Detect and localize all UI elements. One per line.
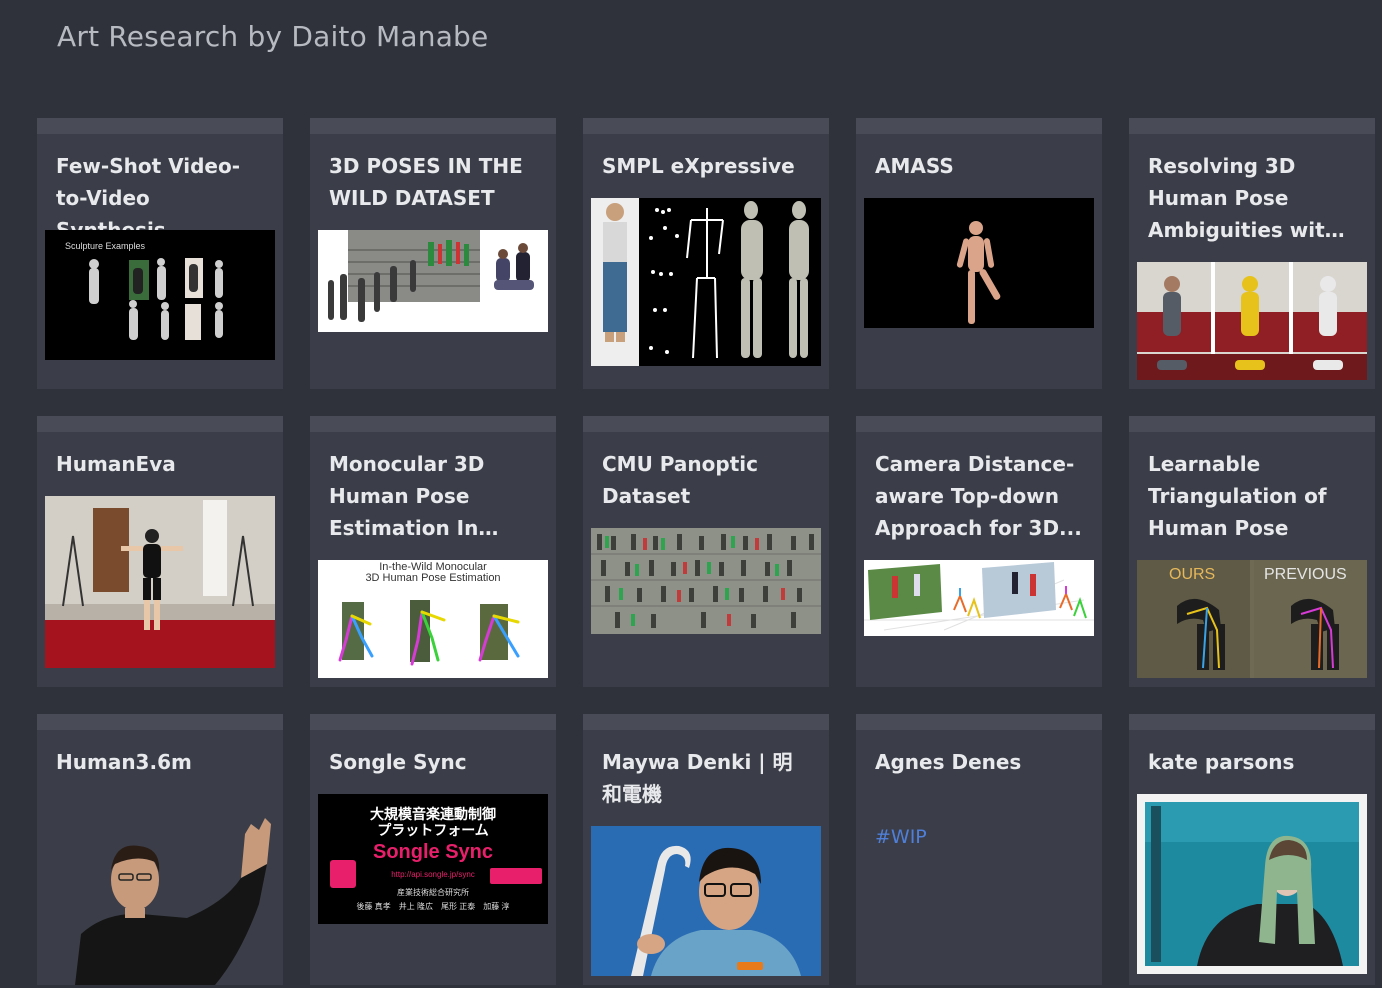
songle-url: http://api.songle.jp/sync (391, 870, 475, 879)
sculpture-thumbnail: Sculpture Examples (45, 230, 275, 360)
human36m-avatar-thumbnail (45, 794, 275, 985)
triangulation-thumbnail: OURS PREVIOUS (1137, 560, 1367, 678)
kate-parsons-thumbnail (1137, 794, 1367, 974)
monocular-pose-thumbnail: In-the-Wild Monocular 3D Human Pose Esti… (318, 560, 548, 678)
songle-sync-thumbnail: 大規模音楽連動制御 プラットフォーム Songle Sync http://ap… (318, 794, 548, 924)
thumb-caption: Sculpture Examples (65, 241, 146, 251)
card-grid: Few-Shot Video-to-Video Synthesis Sculpt… (37, 118, 1375, 985)
card-resolving-3d-pose[interactable]: Resolving 3D Human Pose Ambiguities with… (1129, 118, 1375, 389)
sofa-pose-thumbnail (1137, 262, 1367, 380)
card-maywa-denki[interactable]: Maywa Denki | 明和電機 (583, 714, 829, 985)
card-title: Agnes Denes (875, 750, 1022, 774)
card-title: Resolving 3D Human Pose Ambiguities with… (1148, 154, 1339, 242)
ours-label: OURS (1169, 566, 1216, 583)
card-title: 3D POSES IN THE WILD DATASET (329, 154, 523, 210)
card-monocular-3d-pose[interactable]: Monocular 3D Human Pose Estimation In Th… (310, 416, 556, 687)
songle-authors: 後藤 真孝 井上 隆広 尾形 正泰 加藤 淳 (356, 902, 510, 911)
previous-label: PREVIOUS (1264, 566, 1347, 583)
maywa-denki-thumbnail (591, 826, 821, 976)
card-title: HumanEva (56, 452, 176, 476)
card-human36m[interactable]: Human3.6m (37, 714, 283, 985)
card-title: CMU Panoptic Dataset (602, 452, 758, 508)
card-humaneva[interactable]: HumanEva (37, 416, 283, 687)
wip-tag-link[interactable]: #WIP (875, 826, 927, 848)
songle-headline-2: プラットフォーム (377, 822, 489, 838)
card-few-shot-video[interactable]: Few-Shot Video-to-Video Synthesis Sculpt… (37, 118, 283, 389)
card-title: AMASS (875, 154, 954, 178)
card-kate-parsons[interactable]: kate parsons (1129, 714, 1375, 985)
card-amass[interactable]: AMASS (856, 118, 1102, 389)
card-learnable-triangulation[interactable]: Learnable Triangulation of Human Pose OU… (1129, 416, 1375, 687)
card-title: Human3.6m (56, 750, 192, 774)
card-camera-distance-aware[interactable]: Camera Distance-aware Top-down Approach … (856, 416, 1102, 687)
card-title: Songle Sync (329, 750, 467, 774)
smpl-body-thumbnail (591, 198, 821, 366)
card-3d-poses-in-the-wild[interactable]: 3D POSES IN THE WILD DATASET (310, 118, 556, 389)
card-smpl-expressive[interactable]: SMPL eXpressive (583, 118, 829, 389)
camera-distance-thumbnail (864, 560, 1094, 636)
thumb-caption: In-the-Wild Monocular 3D Human Pose Esti… (365, 561, 501, 584)
page-title: Art Research by Daito Manabe (57, 20, 489, 53)
songle-headline-1: 大規模音楽連動制御 (370, 806, 496, 822)
songle-institute: 産業技術総合研究所 (397, 888, 469, 897)
card-title: Monocular 3D Human Pose Estimation In Th… (329, 452, 485, 540)
stairs-pose-thumbnail (318, 230, 548, 332)
card-title: Learnable Triangulation of Human Pose (1148, 452, 1327, 540)
card-title: kate parsons (1148, 750, 1295, 774)
amass-body-thumbnail (864, 198, 1094, 328)
card-songle-sync[interactable]: Songle Sync 大規模音楽連動制御 プラットフォーム Songle Sy… (310, 714, 556, 985)
humaneva-thumbnail (45, 496, 275, 668)
card-cmu-panoptic[interactable]: CMU Panoptic Dataset (583, 416, 829, 687)
panoptic-grid-thumbnail (591, 528, 821, 634)
card-agnes-denes[interactable]: Agnes Denes #WIP (856, 714, 1102, 985)
card-title: Camera Distance-aware Top-down Approach … (875, 452, 1082, 540)
card-title: Maywa Denki | 明和電機 (602, 750, 793, 806)
card-title: SMPL eXpressive (602, 154, 795, 178)
